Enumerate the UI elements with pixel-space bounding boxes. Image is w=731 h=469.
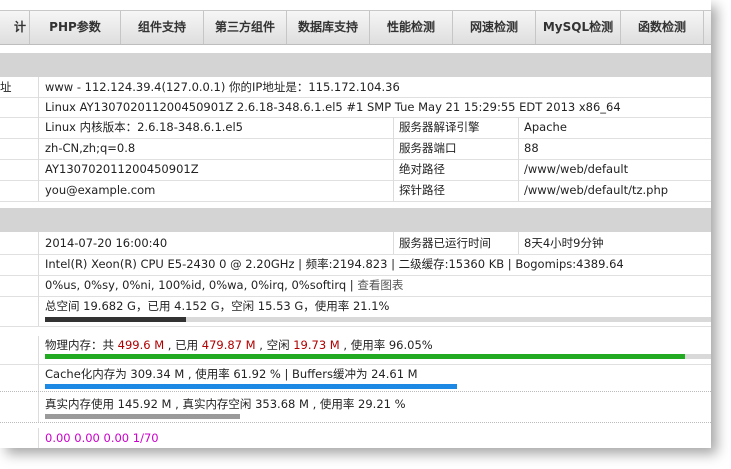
disk-rate-value: 21.1% (352, 299, 390, 313)
mem-used-label: , 已用 (164, 338, 202, 352)
mem-rate-value: 96.05% (388, 338, 433, 352)
row-disk: 总空间 19.682 G，已用 4.152 G，空闲 15.53 G，使用率 2… (0, 296, 711, 327)
real-memory-text: 真实内存使用 145.92 M , 真实内存空闲 353.68 M , 使用率 … (45, 397, 406, 411)
server-time-value: 2014-07-20 16:00:40 (45, 236, 168, 250)
row-physical-memory: 物理内存：共 499.6 M , 已用 479.87 M , 空闲 19.73 … (0, 336, 711, 365)
memory-usage-text: 物理内存：共 499.6 M , 已用 479.87 M , 空闲 19.73 … (45, 337, 433, 354)
disk-usage-bar (45, 317, 186, 322)
disk-free-value: 15.53 G (257, 299, 304, 313)
mem-free-value: 19.73 M (293, 338, 340, 352)
cpu-model-value: Intel(R) Xeon(R) CPU E5-2430 0 @ 2.20GHz… (45, 257, 624, 271)
kernel-value: Linux 内核版本：2.6.18-348.6.1.el5 (45, 120, 244, 134)
row-hostname: AY130702011200450901Z 绝对路径 /www/web/defa… (0, 159, 711, 181)
nav-item-stats[interactable]: 计 (0, 11, 30, 44)
nav-item-performance[interactable]: 性能检测 (370, 11, 453, 44)
cache-text: Cache化内存为 309.34 M , 使用率 61.92 % | Buffe… (45, 367, 418, 381)
row-kernel: Linux 内核版本：2.6.18-348.6.1.el5 服务器解译引擎 Ap… (0, 117, 711, 139)
row-language: zh-CN,zh;q=0.8 服务器端口 88 (0, 138, 711, 160)
row-cpu-usage: 0%us, 0%sy, 0%ni, 100%id, 0%wa, 0%irq, 0… (0, 275, 711, 297)
cache-usage-bar (45, 384, 457, 389)
view-chart-link[interactable]: 查看图表 (357, 278, 403, 292)
port-value: 88 (524, 141, 539, 155)
row-server-address: 址 www - 112.124.39.4(127.0.0.1) 你的IP地址是：… (0, 77, 711, 98)
row-email: you@example.com 探针路径 /www/web/default/tz… (0, 180, 711, 202)
probe-path-value: /www/web/default/tz.php (524, 183, 669, 197)
memory-usage-bar (45, 354, 685, 359)
row-cpu-model: Intel(R) Xeon(R) CPU E5-2430 0 @ 2.20GHz… (0, 254, 711, 276)
cpu-separator: | (346, 278, 358, 292)
probe-window: 计 PHP参数 组件支持 第三方组件 数据库支持 性能检测 网速检测 MySQL… (0, 0, 711, 448)
mem-total-value: 499.6 M (117, 338, 165, 352)
disk-rate-label: ，使用率 (303, 299, 353, 313)
engine-value: Apache (524, 120, 567, 134)
nav-item-functions[interactable]: 函数检测 (621, 11, 704, 44)
disk-usage-text: 总空间 19.682 G，已用 4.152 G，空闲 15.53 G，使用率 2… (45, 298, 389, 315)
cpu-usage-value: 0%us, 0%sy, 0%ni, 100%id, 0%wa, 0%irq, 0… (45, 278, 347, 292)
disk-used-label: ，已用 (135, 299, 175, 313)
real-memory-bar (45, 414, 240, 419)
mem-total-label: 物理内存：共 (45, 338, 118, 352)
row-os: Linux AY130702011200450901Z 2.6.18-348.6… (0, 97, 711, 118)
uptime-label: 服务器已运行时间 (399, 236, 491, 250)
section-header-realtime (0, 208, 711, 232)
nav-item-components[interactable]: 组件支持 (121, 11, 204, 44)
mem-used-value: 479.87 M (201, 338, 256, 352)
hostname-value: AY130702011200450901Z (45, 162, 199, 176)
disk-free-label: ，空闲 (219, 299, 258, 313)
row-cache: Cache化内存为 309.34 M , 使用率 61.92 % | Buffe… (0, 364, 711, 392)
admin-email-value: you@example.com (45, 183, 156, 197)
uptime-value: 8天4小时9分钟 (524, 236, 604, 250)
path-label: 绝对路径 (399, 162, 445, 176)
mem-free-label: , 空闲 (255, 338, 294, 352)
os-value: Linux AY130702011200450901Z 2.6.18-348.6… (45, 100, 621, 114)
nav-item-php-params[interactable]: PHP参数 (30, 11, 121, 44)
path-value: /www/web/default (524, 162, 629, 176)
language-value: zh-CN,zh;q=0.8 (45, 141, 136, 155)
row-label-address: 址 (0, 80, 12, 94)
cpu-usage: 0%us, 0%sy, 0%ni, 100%id, 0%wa, 0%irq, 0… (45, 275, 403, 296)
row-load-average: 0.00 0.00 0.00 1/70 (0, 428, 711, 448)
mem-rate-label: , 使用率 (339, 338, 389, 352)
nav-item-speed[interactable]: 网速检测 (453, 11, 536, 44)
top-nav: 计 PHP参数 组件支持 第三方组件 数据库支持 性能检测 网速检测 MySQL… (0, 10, 711, 45)
row-server-time: 2014-07-20 16:00:40 服务器已运行时间 8天4小时9分钟 (0, 232, 711, 255)
row-real-memory: 真实内存使用 145.92 M , 真实内存空闲 353.68 M , 使用率 … (0, 392, 711, 423)
section-header-server (0, 53, 711, 77)
load-average-value: 0.00 0.00 0.00 1/70 (45, 431, 159, 445)
nav-item-mysql[interactable]: MySQL检测 (536, 11, 621, 44)
nav-item-database[interactable]: 数据库支持 (287, 11, 370, 44)
disk-used-value: 4.152 G (174, 299, 220, 313)
engine-label: 服务器解译引擎 (399, 120, 480, 134)
disk-total-label: 总空间 (45, 299, 84, 313)
disk-total-value: 19.682 G (83, 299, 136, 313)
probe-path-label: 探针路径 (399, 183, 445, 197)
port-label: 服务器端口 (399, 141, 457, 155)
nav-item-third-party[interactable]: 第三方组件 (204, 11, 287, 44)
server-address-value: www - 112.124.39.4(127.0.0.1) 你的IP地址是：11… (45, 80, 400, 94)
